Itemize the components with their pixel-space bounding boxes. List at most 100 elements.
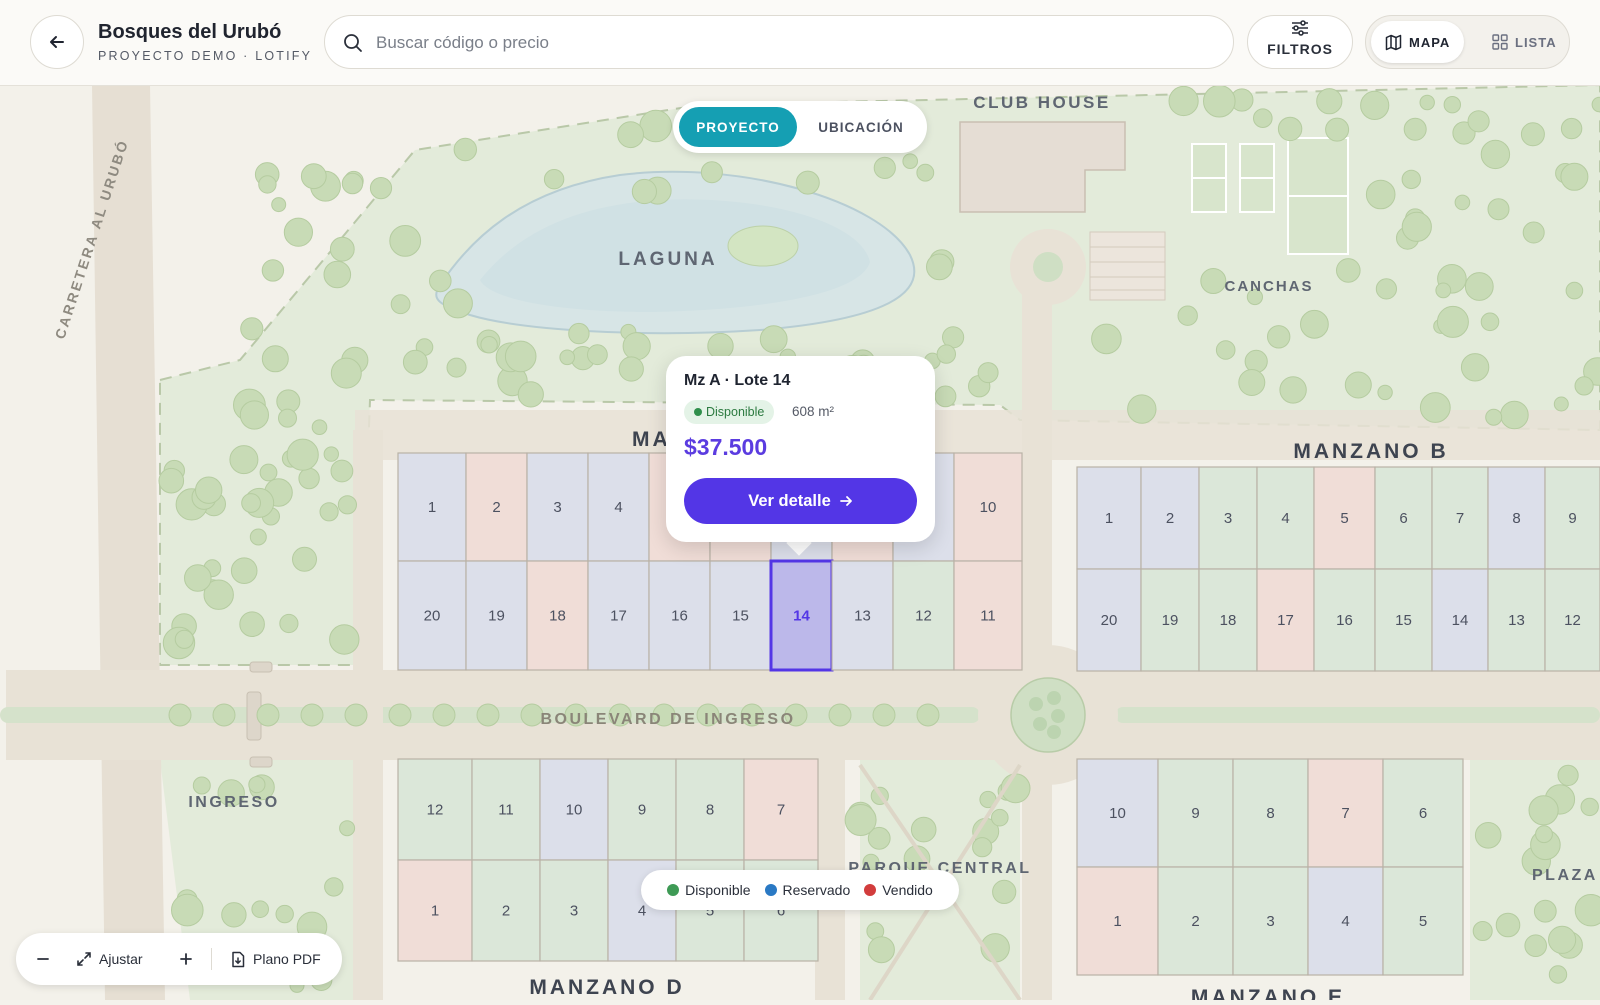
project-subtitle: PROYECTO DEMO · LOTIFY — [98, 49, 313, 63]
lot-number: 1 — [1113, 913, 1121, 930]
fit-label: Ajustar — [99, 951, 143, 967]
lot-number: 14 — [793, 608, 810, 625]
lot-number: 4 — [638, 903, 646, 920]
lot-number: 18 — [1220, 612, 1237, 629]
status-badge: Disponible — [684, 400, 775, 424]
sliders-icon — [1292, 20, 1308, 36]
filters-button[interactable]: FILTROS — [1247, 15, 1353, 69]
view-map-label: MAPA — [1409, 34, 1451, 50]
lot-number: 7 — [1456, 510, 1464, 527]
club-house-label: CLUB HOUSE — [973, 93, 1110, 112]
lot-number: 9 — [1191, 805, 1199, 822]
lot-number: 20 — [1101, 612, 1118, 629]
block-d-label: MANZANO D — [529, 976, 684, 999]
lot-number: 19 — [488, 608, 505, 625]
lot-area: 608 m² — [792, 404, 835, 419]
lot-number: 4 — [1341, 913, 1349, 930]
lagoon-island — [727, 225, 799, 267]
lot-number: 11 — [498, 802, 514, 819]
lot-number: 13 — [854, 608, 871, 625]
lot-number: 18 — [549, 608, 566, 625]
pdf-plan-label: Plano PDF — [253, 951, 321, 967]
lot-number: 12 — [427, 802, 444, 819]
search-icon — [344, 34, 362, 52]
expand-icon — [77, 952, 91, 966]
lot-number: 16 — [1336, 612, 1353, 629]
lot-number: 5 — [1419, 913, 1427, 930]
map-toolbar: Ajustar Plano PDF — [16, 933, 342, 985]
map-tabs: PROYECTO UBICACIÓN — [673, 101, 927, 153]
zoom-out-button[interactable] — [36, 933, 50, 985]
lot-number: 20 — [424, 608, 441, 625]
file-download-icon — [232, 951, 245, 967]
grid-icon — [1492, 34, 1508, 50]
lot-number: 4 — [1281, 510, 1289, 527]
lot-number: 5 — [1340, 510, 1348, 527]
lot-number: 10 — [1109, 805, 1126, 822]
lot-number: 3 — [1224, 510, 1232, 527]
lot-number: 12 — [915, 608, 932, 625]
reserved-dot-icon — [764, 884, 777, 896]
top-bar: Bosques del Urubó PROYECTO DEMO · LOTIFY… — [0, 0, 1600, 86]
view-detail-button[interactable]: Ver detalle — [684, 478, 917, 524]
view-toggle: MAPA LISTA — [1365, 15, 1570, 69]
arrow-right-icon — [839, 496, 852, 506]
lot-popup: Mz A · Lote 14 Disponible 608 m² $37.500… — [666, 356, 935, 542]
lot-number: 9 — [638, 802, 646, 819]
lot-number: 2 — [492, 499, 500, 516]
lot-number: 3 — [553, 499, 561, 516]
lot-number: 4 — [614, 499, 622, 516]
lot-number: 10 — [566, 802, 583, 819]
lot-number: 14 — [1452, 612, 1469, 629]
plus-icon — [180, 953, 192, 965]
block-b-label: MANZANO B — [1293, 440, 1448, 463]
tab-location[interactable]: UBICACIÓN — [801, 107, 921, 147]
zoom-in-button[interactable] — [179, 933, 193, 985]
lot-number: 12 — [1564, 612, 1581, 629]
lot-number: 2 — [1166, 510, 1174, 527]
lot-number: 11 — [980, 608, 996, 625]
legend-item-reserved: Reservado — [764, 882, 851, 898]
view-map-button[interactable]: MAPA — [1371, 21, 1465, 63]
minus-icon — [37, 958, 49, 960]
tab-project[interactable]: PROYECTO — [679, 107, 797, 147]
pdf-plan-button[interactable]: Plano PDF — [230, 933, 321, 985]
back-button[interactable] — [30, 15, 84, 69]
lot-number: 1 — [431, 903, 439, 920]
lot-number: 17 — [1277, 612, 1294, 629]
legend-label-reserved: Reservado — [782, 882, 851, 898]
lot-number: 17 — [610, 608, 627, 625]
view-detail-label: Ver detalle — [748, 491, 831, 510]
lagoon-label: LAGUNA — [618, 249, 717, 270]
arrow-left-icon — [50, 36, 64, 48]
popup-title: Mz A · Lote 14 — [684, 372, 791, 389]
map-icon — [1385, 34, 1402, 50]
lot-number: 3 — [1266, 913, 1274, 930]
plaza-label: PLAZA — [1532, 867, 1598, 884]
legend-item-sold: Vendido — [864, 882, 933, 898]
status-legend: Disponible Reservado Vendido — [641, 870, 959, 910]
filters-label: FILTROS — [1267, 41, 1333, 57]
courts-label: CANCHAS — [1225, 278, 1314, 295]
search-input[interactable]: Buscar código o precio — [324, 15, 1234, 69]
available-dot-icon — [667, 884, 680, 896]
toolbar-divider — [211, 948, 212, 970]
view-list-label: LISTA — [1515, 34, 1557, 50]
boulevard-label: BOULEVARD DE INGRESO — [540, 711, 795, 728]
lot-price: $37.500 — [684, 434, 768, 460]
sold-dot-icon — [864, 884, 877, 896]
lot-number: 1 — [428, 499, 436, 516]
search-placeholder: Buscar código o precio — [376, 33, 549, 52]
block-e-label: MANZANO E — [1191, 986, 1345, 1000]
fit-button[interactable]: Ajustar — [76, 933, 143, 985]
lot-number: 1 — [1105, 510, 1113, 527]
lot-number: 9 — [1568, 510, 1576, 527]
lot-number: 3 — [570, 903, 578, 920]
lot-number: 7 — [1341, 805, 1349, 822]
view-list-button[interactable]: LISTA — [1478, 21, 1571, 63]
lot-number: 7 — [777, 802, 785, 819]
lot-number: 10 — [980, 499, 997, 516]
lot-number: 8 — [1512, 510, 1520, 527]
lot-number: 15 — [732, 608, 749, 625]
lot-number: 15 — [1395, 612, 1412, 629]
